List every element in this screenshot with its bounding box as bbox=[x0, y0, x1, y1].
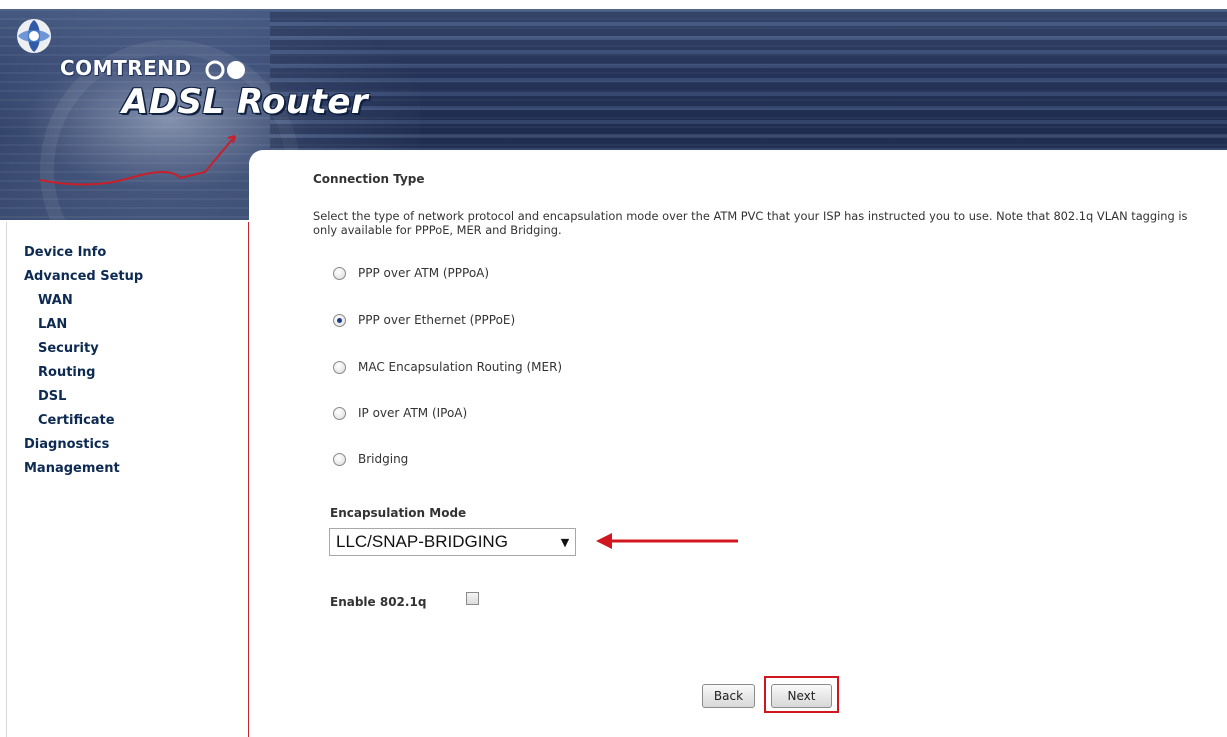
nav-item-routing[interactable]: Routing bbox=[24, 365, 143, 389]
next-button[interactable]: Next bbox=[771, 684, 832, 708]
encapsulation-mode-select[interactable]: LLC/SNAP-BRIDGING ▼ bbox=[329, 528, 576, 556]
nav-item-lan[interactable]: LAN bbox=[24, 317, 143, 341]
option-label: PPP over Ethernet (PPPoE) bbox=[358, 313, 516, 327]
annotation-arrow-icon bbox=[596, 533, 738, 549]
nav-item-certificate[interactable]: Certificate bbox=[24, 413, 143, 437]
nav-item-advanced-setup[interactable]: Advanced Setup bbox=[24, 269, 143, 293]
option-label: MAC Encapsulation Routing (MER) bbox=[358, 360, 563, 374]
sidebar-nav: Device Info Advanced Setup WAN LAN Secur… bbox=[24, 245, 143, 485]
product-name: ADSL Router bbox=[122, 82, 369, 122]
encapsulation-mode-value: LLC/SNAP-BRIDGING bbox=[336, 532, 508, 551]
enable-8021q-checkbox[interactable] bbox=[466, 592, 479, 605]
banner-top-strip bbox=[0, 0, 1227, 9]
banner-stripes bbox=[270, 12, 1227, 152]
radio-pppoa[interactable] bbox=[333, 266, 346, 280]
encapsulation-mode-label: Encapsulation Mode bbox=[330, 506, 467, 520]
back-button[interactable]: Back bbox=[702, 684, 755, 708]
nav-item-diagnostics[interactable]: Diagnostics bbox=[24, 437, 143, 461]
option-label: IP over ATM (IPoA) bbox=[358, 406, 468, 420]
nav-item-wan[interactable]: WAN bbox=[24, 293, 143, 317]
enable-8021q-label: Enable 802.1q bbox=[330, 595, 427, 609]
brand-circles-icon bbox=[205, 60, 245, 80]
nav-item-device-info[interactable]: Device Info bbox=[24, 245, 143, 269]
logo-swirl-icon bbox=[17, 19, 51, 53]
radio-pppoe[interactable] bbox=[333, 313, 346, 327]
brand-name: COMTREND bbox=[60, 56, 192, 80]
option-mer[interactable]: MAC Encapsulation Routing (MER) bbox=[333, 357, 562, 377]
content-panel bbox=[249, 150, 1227, 737]
option-pppoe[interactable]: PPP over Ethernet (PPPoE) bbox=[333, 310, 515, 330]
nav-item-dsl[interactable]: DSL bbox=[24, 389, 143, 413]
nav-item-security[interactable]: Security bbox=[24, 341, 143, 365]
option-pppoa[interactable]: PPP over ATM (PPPoA) bbox=[333, 263, 489, 283]
radio-mer[interactable] bbox=[333, 360, 346, 374]
option-label: Bridging bbox=[358, 452, 409, 466]
option-label: PPP over ATM (PPPoA) bbox=[358, 266, 490, 280]
page-description: Select the type of network protocol and … bbox=[313, 209, 1188, 237]
option-ipoa[interactable]: IP over ATM (IPoA) bbox=[333, 403, 467, 423]
radio-ipoa[interactable] bbox=[333, 406, 346, 420]
nav-item-management[interactable]: Management bbox=[24, 461, 143, 485]
swoosh-decoration-icon bbox=[39, 135, 236, 186]
option-bridging[interactable]: Bridging bbox=[333, 449, 408, 469]
page-title: Connection Type bbox=[313, 172, 425, 186]
dropdown-caret-icon: ▼ bbox=[560, 535, 570, 549]
radio-bridging[interactable] bbox=[333, 452, 346, 466]
